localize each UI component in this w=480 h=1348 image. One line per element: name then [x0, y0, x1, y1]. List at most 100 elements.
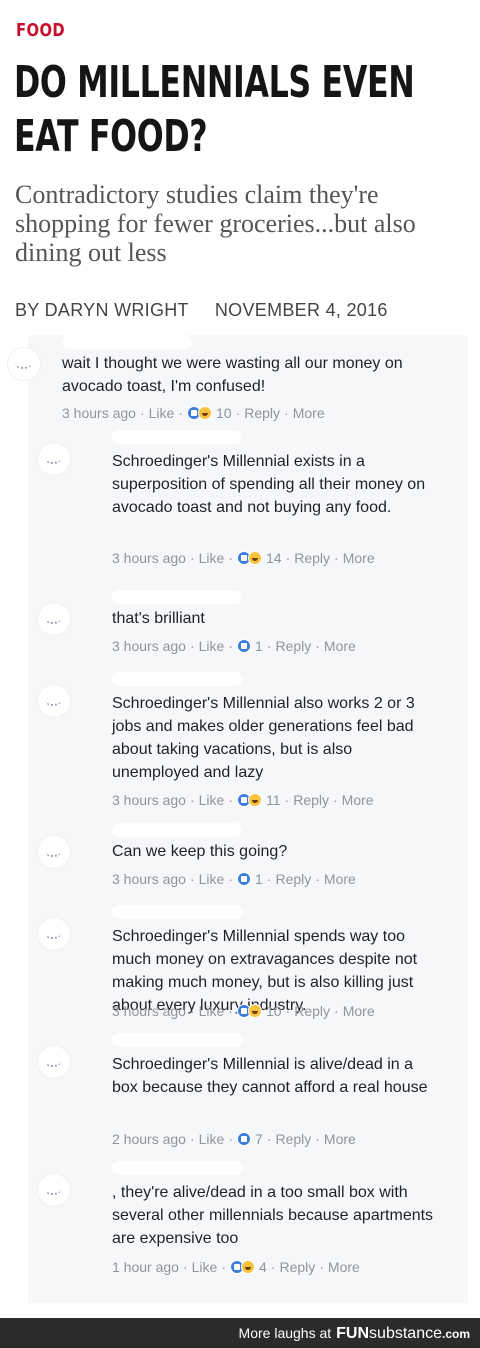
- headline: DO MILLENNIALS EVEN EAT FOOD?: [14, 56, 460, 164]
- separator: ·: [189, 871, 195, 887]
- section-tag[interactable]: FOOD: [16, 20, 65, 41]
- reaction-count[interactable]: 7: [255, 1131, 263, 1147]
- reaction-icons[interactable]: [186, 406, 212, 420]
- reply-link[interactable]: Reply: [275, 638, 311, 654]
- more-link[interactable]: More: [328, 1259, 360, 1275]
- separator: ·: [285, 1003, 291, 1019]
- reaction-icons[interactable]: [236, 551, 262, 565]
- commenter-name-redacted[interactable]: [112, 1033, 242, 1047]
- timestamp[interactable]: 3 hours ago: [112, 550, 186, 566]
- avatar[interactable]: [37, 1173, 71, 1207]
- reply-link[interactable]: Reply: [279, 1259, 315, 1275]
- reaction-count[interactable]: 10: [266, 1003, 282, 1019]
- more-link[interactable]: More: [324, 638, 356, 654]
- commenter-name-redacted[interactable]: [62, 335, 192, 349]
- reply-link[interactable]: Reply: [275, 1131, 311, 1147]
- separator: ·: [189, 792, 195, 808]
- separator: ·: [228, 792, 233, 808]
- separator: ·: [266, 871, 272, 887]
- reaction-count[interactable]: 1: [255, 638, 263, 654]
- separator: ·: [228, 550, 233, 566]
- avatar[interactable]: [37, 684, 71, 718]
- commenter-name-redacted[interactable]: [112, 1161, 242, 1175]
- reply-link[interactable]: Reply: [293, 792, 329, 808]
- reaction-count[interactable]: 1: [255, 871, 263, 887]
- haha-reaction-icon: [247, 793, 262, 807]
- comment-meta: 3 hours ago · Like · 14 · Reply · More: [112, 550, 375, 566]
- like-link[interactable]: Like: [199, 1003, 225, 1019]
- like-link[interactable]: Like: [199, 550, 225, 566]
- like-link[interactable]: Like: [199, 1131, 225, 1147]
- reaction-icons[interactable]: [229, 1260, 255, 1274]
- separator: ·: [228, 1003, 233, 1019]
- comment-meta: 2 hours ago · Like · 7 · Reply · More: [112, 1131, 356, 1147]
- like-link[interactable]: Like: [149, 405, 175, 421]
- reply-link[interactable]: Reply: [294, 550, 330, 566]
- comment-text: Schroedinger's Millennial is alive/dead …: [112, 1056, 428, 1096]
- timestamp[interactable]: 3 hours ago: [62, 405, 136, 421]
- separator: ·: [284, 792, 290, 808]
- separator: ·: [182, 1259, 188, 1275]
- timestamp[interactable]: 3 hours ago: [112, 1003, 186, 1019]
- separator: ·: [315, 638, 320, 654]
- like-link[interactable]: Like: [199, 792, 225, 808]
- reaction-count[interactable]: 14: [266, 550, 282, 566]
- haha-reaction-icon: [197, 406, 212, 420]
- commenter-name-redacted[interactable]: [112, 905, 242, 919]
- brand-logo[interactable]: FUNsubstance.com: [336, 1325, 470, 1342]
- avatar[interactable]: [37, 835, 71, 869]
- timestamp[interactable]: 3 hours ago: [112, 638, 186, 654]
- separator: ·: [334, 1003, 339, 1019]
- like-link[interactable]: Like: [199, 638, 225, 654]
- reply-link[interactable]: Reply: [244, 405, 280, 421]
- more-link[interactable]: More: [324, 871, 356, 887]
- separator: ·: [235, 405, 241, 421]
- separator: ·: [270, 1259, 276, 1275]
- more-link[interactable]: More: [343, 1003, 375, 1019]
- separator: ·: [266, 638, 272, 654]
- article-header: FOOD DO MILLENNIALS EVEN EAT FOOD? Contr…: [0, 0, 480, 335]
- timestamp[interactable]: 1 hour ago: [112, 1259, 179, 1275]
- separator: ·: [319, 1259, 324, 1275]
- like-link[interactable]: Like: [199, 871, 225, 887]
- reaction-icons[interactable]: [236, 793, 262, 807]
- separator: ·: [189, 638, 195, 654]
- more-link[interactable]: More: [293, 405, 325, 421]
- avatar[interactable]: [7, 347, 41, 381]
- more-link[interactable]: More: [324, 1131, 356, 1147]
- timestamp[interactable]: 3 hours ago: [112, 871, 186, 887]
- timestamp[interactable]: 2 hours ago: [112, 1131, 186, 1147]
- reaction-icons[interactable]: [236, 639, 251, 653]
- reaction-count[interactable]: 11: [266, 792, 281, 808]
- avatar[interactable]: [37, 602, 71, 636]
- commenter-name-redacted[interactable]: [112, 430, 242, 444]
- more-link[interactable]: More: [342, 792, 374, 808]
- reaction-count[interactable]: 4: [259, 1259, 267, 1275]
- comment-meta: 3 hours ago · Like · 1 · Reply · More: [112, 871, 356, 887]
- avatar[interactable]: [37, 442, 71, 476]
- comment-text: Schroedinger's Millennial exists in a su…: [112, 453, 426, 516]
- reaction-count[interactable]: 10: [216, 405, 232, 421]
- like-link[interactable]: Like: [192, 1259, 218, 1275]
- separator: ·: [228, 638, 233, 654]
- avatar[interactable]: [37, 917, 71, 951]
- more-link[interactable]: More: [343, 550, 375, 566]
- article-dek: Contradictory studies claim they're shop…: [15, 180, 416, 267]
- timestamp[interactable]: 3 hours ago: [112, 792, 186, 808]
- comment-meta: 1 hour ago · Like · 4 · Reply · More: [112, 1259, 360, 1275]
- reply-link[interactable]: Reply: [294, 1003, 330, 1019]
- commenter-name-redacted[interactable]: [112, 823, 242, 837]
- reaction-icons[interactable]: [236, 1004, 262, 1018]
- reply-link[interactable]: Reply: [275, 871, 311, 887]
- reaction-icons[interactable]: [236, 1132, 251, 1146]
- separator: ·: [333, 792, 338, 808]
- commenter-name-redacted[interactable]: [112, 672, 242, 686]
- separator: ·: [315, 871, 320, 887]
- separator: ·: [178, 405, 183, 421]
- reaction-icons[interactable]: [236, 872, 251, 886]
- comment-text: Schroedinger's Millennial also works 2 o…: [112, 695, 415, 781]
- avatar[interactable]: [37, 1045, 71, 1079]
- separator: ·: [189, 1003, 195, 1019]
- comment-meta: 3 hours ago · Like · 11 · Reply · More: [112, 792, 374, 808]
- commenter-name-redacted[interactable]: [112, 590, 242, 604]
